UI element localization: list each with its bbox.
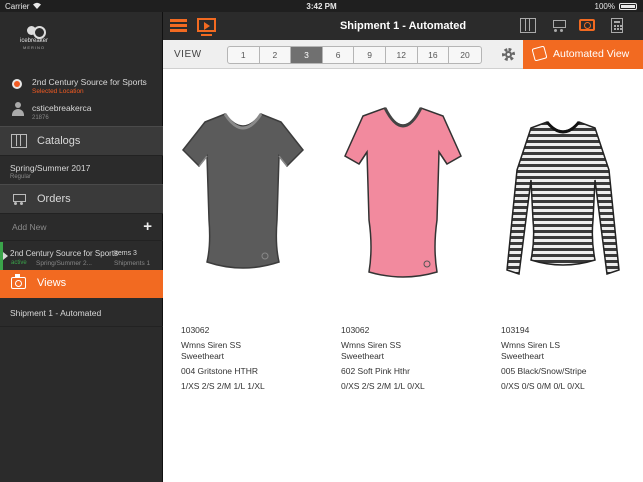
product-sizes: 0/XS 2/S 2/M 1/L 0/XL <box>341 381 425 391</box>
play-indicator-icon <box>3 252 8 260</box>
sidebar-item-catalogs[interactable]: Catalogs <box>0 126 163 156</box>
view-option-3[interactable]: 3 <box>291 47 323 63</box>
view-option-12[interactable]: 12 <box>386 47 418 63</box>
automated-view-icon <box>531 45 548 62</box>
product-name-2: Sweetheart <box>341 351 384 361</box>
logo-mark-icon <box>27 26 46 39</box>
automated-view-label: Automated View <box>553 48 630 60</box>
cart-icon[interactable] <box>551 18 567 33</box>
brand-logo: icebreaker MERINO <box>14 26 54 50</box>
product-image <box>506 121 620 276</box>
product-sizes: 1/XS 2/S 2/M 1/L 1/XL <box>181 381 265 391</box>
product-image <box>344 107 462 278</box>
add-new-label: Add New <box>12 222 47 232</box>
product-name-2: Sweetheart <box>181 351 224 361</box>
order-season: Spring/Summer 2... <box>36 260 92 267</box>
product-style: 103194 <box>501 325 530 335</box>
orders-label: Orders <box>37 193 71 205</box>
status-bar: Carrier 3:42 PM 100% <box>0 0 643 12</box>
order-items-count: Items 3 <box>114 250 137 257</box>
product-meta: 103062 Wmns Siren SS Sweetheart 602 Soft… <box>341 325 425 392</box>
sidebar: icebreaker MERINO 2nd Century Source for… <box>0 12 163 482</box>
order-name: 2nd Century Source for Sports <box>10 249 119 258</box>
sidebar-item-orders[interactable]: Orders <box>0 184 163 214</box>
product-name: Wmns Siren SS <box>341 340 401 350</box>
product-color: 005 Black/Snow/Stripe <box>501 366 587 376</box>
logo-brand: icebreaker <box>19 38 48 44</box>
battery-percent: 100% <box>594 2 615 11</box>
view-option-1[interactable]: 1 <box>228 47 260 63</box>
product-style: 103062 <box>341 325 370 335</box>
view-option-16[interactable]: 16 <box>418 47 450 63</box>
catalogs-label: Catalogs <box>37 135 81 147</box>
page-title: Shipment 1 - Automated <box>339 20 467 32</box>
product-name: Wmns Siren SS <box>181 340 241 350</box>
product-image <box>181 113 305 269</box>
cart-icon <box>11 192 27 206</box>
views-label: Views <box>37 277 67 289</box>
view-option-6[interactable]: 6 <box>323 47 355 63</box>
user-icon <box>12 102 24 116</box>
location-sub: Selected Location <box>32 88 84 95</box>
clock: 3:42 PM <box>306 2 337 11</box>
plus-icon[interactable]: + <box>143 218 152 235</box>
view-option-20[interactable]: 20 <box>449 47 481 63</box>
catalog-season[interactable]: Spring/Summer 2017 Regular <box>0 157 163 185</box>
product-sizes: 0/XS 0/S 0/M 0/L 0/XL <box>501 381 585 391</box>
user-account[interactable]: csticebreakerca 21876 <box>0 100 163 126</box>
season-name: Spring/Summer 2017 <box>10 163 91 173</box>
map-icon <box>11 134 27 148</box>
product-color: 004 Gritstone HTHR <box>181 366 258 376</box>
view-option-2[interactable]: 2 <box>260 47 292 63</box>
logo-sub: MERINO <box>23 45 45 50</box>
product-meta: 103194 Wmns Siren LS Sweetheart 005 Blac… <box>501 325 587 392</box>
catalog-map-icon[interactable] <box>520 18 536 33</box>
camera-icon <box>11 274 26 289</box>
product-color: 602 Soft Pink Hthr <box>341 366 410 376</box>
product-card[interactable]: 103062 Wmns Siren SS Sweetheart 004 Grit… <box>163 70 323 400</box>
gear-icon[interactable] <box>501 47 516 62</box>
location-icon <box>12 79 22 89</box>
season-type: Regular <box>10 174 32 180</box>
product-card[interactable]: 103062 Wmns Siren SS Sweetheart 602 Soft… <box>323 70 483 400</box>
view-option-9[interactable]: 9 <box>354 47 386 63</box>
product-card[interactable]: 103194 Wmns Siren LS Sweetheart 005 Blac… <box>483 70 643 400</box>
user-name: csticebreakerca <box>32 103 92 113</box>
view-label: VIEW <box>174 49 202 60</box>
view-count-selector: 1 2 3 6 9 12 16 20 <box>227 46 482 64</box>
add-new-order[interactable]: Add New + <box>0 213 163 241</box>
location-name: 2nd Century Source for Sports <box>32 77 147 87</box>
user-id: 21876 <box>32 115 49 121</box>
product-name: Wmns Siren LS <box>501 340 561 350</box>
view-item-shipment[interactable]: Shipment 1 - Automated <box>0 299 163 327</box>
view-toolbar: VIEW 1 2 3 6 9 12 16 20 Automated View <box>163 40 643 69</box>
calculator-icon[interactable] <box>611 18 623 33</box>
product-meta: 103062 Wmns Siren SS Sweetheart 004 Grit… <box>181 325 265 392</box>
product-name-2: Sweetheart <box>501 351 544 361</box>
order-shipments-count: Shipments 1 <box>114 260 151 267</box>
shipment-label: Shipment 1 - Automated <box>10 308 102 318</box>
order-item[interactable]: 2nd Century Source for Sports Items 3 ac… <box>0 242 163 270</box>
product-style: 103062 <box>181 325 210 335</box>
selected-location[interactable]: 2nd Century Source for Sports Selected L… <box>0 74 163 102</box>
battery-icon <box>619 3 637 10</box>
top-nav: Shipment 1 - Automated <box>163 12 643 40</box>
sidebar-item-views[interactable]: Views <box>0 270 163 298</box>
automated-view-button[interactable]: Automated View <box>523 40 643 69</box>
camera-icon[interactable] <box>579 19 595 31</box>
order-status: active <box>11 260 27 266</box>
product-grid: 103062 Wmns Siren SS Sweetheart 004 Grit… <box>163 70 643 482</box>
